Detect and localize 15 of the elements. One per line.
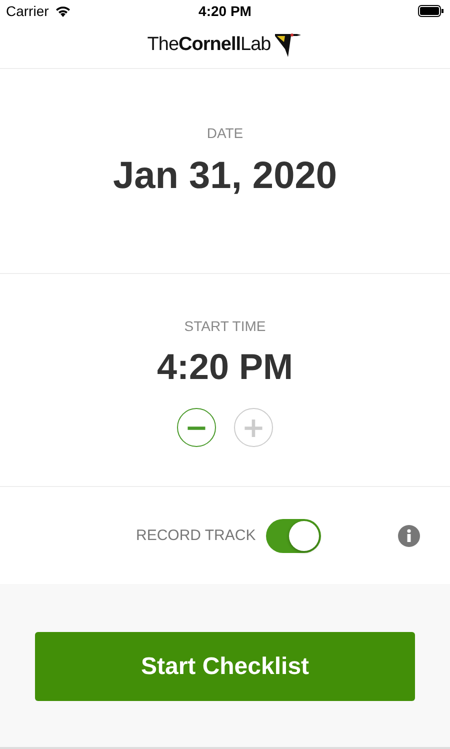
decrement-button[interactable]: − <box>177 408 216 447</box>
start-time-value: 4:20 PM <box>156 346 294 388</box>
info-icon[interactable] <box>398 524 420 546</box>
date-value: Jan 31, 2020 <box>113 155 337 198</box>
logo-text: TheCornellLab <box>147 34 271 56</box>
start-time-label: START TIME <box>184 318 266 334</box>
record-track-toggle[interactable] <box>266 518 321 552</box>
clock-time: 4:20 PM <box>198 3 252 19</box>
wifi-icon <box>54 5 71 17</box>
date-label: DATE <box>206 125 244 141</box>
bird-logo-icon <box>272 32 303 58</box>
start-checklist-button[interactable]: Start Checklist <box>35 632 415 701</box>
battery-icon <box>418 5 444 17</box>
carrier-label: Carrier <box>6 3 49 19</box>
record-track-label: RECORD TRACK <box>136 527 256 544</box>
